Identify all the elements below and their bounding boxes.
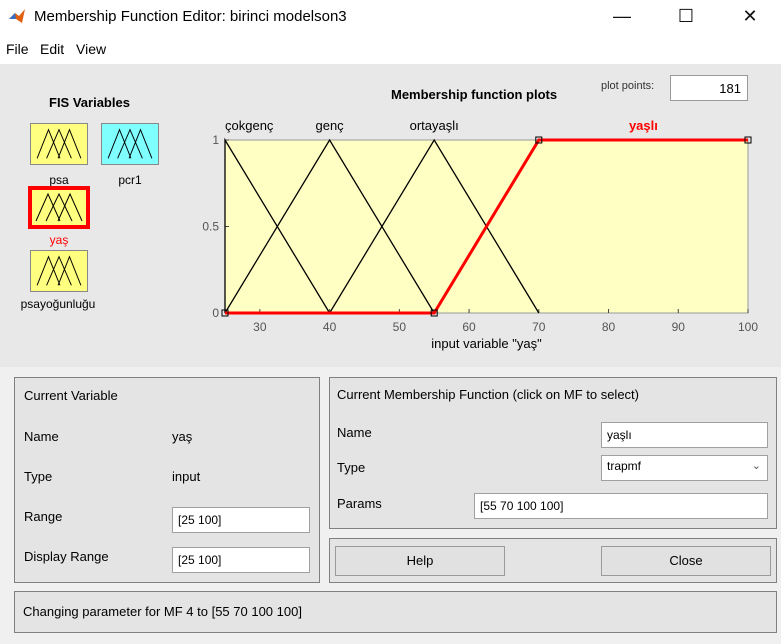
current-mf-title: Current Membership Function (click on MF… (337, 387, 639, 402)
mf-label-ya-l-[interactable]: yaşlı (629, 118, 658, 133)
close-window-button[interactable]: ✕ (727, 0, 773, 34)
status-panel: Changing parameter for MF 4 to [55 70 10… (14, 591, 777, 633)
fis-variable-label-psayogunlugu: psayoğunluğu (20, 297, 96, 311)
current-variable-title: Current Variable (24, 388, 118, 403)
y-tick-label: 0 (212, 306, 219, 320)
display-range-label: Display Range (24, 549, 109, 564)
display-range-input[interactable] (172, 547, 310, 573)
fis-variable-psayogunlugu[interactable] (30, 250, 88, 292)
window-title: Membership Function Editor: birinci mode… (34, 8, 347, 25)
mf-label-gen-[interactable]: genç (315, 118, 344, 133)
minimize-button[interactable]: — (599, 0, 645, 34)
x-axis-label: input variable "yaş" (431, 336, 542, 351)
menu-view[interactable]: View (76, 41, 106, 57)
variable-name-value: yaş (172, 429, 193, 444)
mf-type-value: trapmf (607, 459, 642, 473)
x-tick-label: 100 (738, 320, 758, 334)
mf-triangles-icon (107, 128, 153, 159)
close-button[interactable]: Close (601, 546, 771, 576)
mf-type-label: Type (337, 460, 366, 475)
x-tick-label: 70 (532, 320, 546, 334)
mf-label--okgen-[interactable]: çokgenç (225, 118, 274, 133)
plot-title: Membership function plots (391, 87, 558, 102)
name-label: Name (24, 429, 59, 444)
mf-triangles-icon (36, 128, 82, 159)
membership-function-chart[interactable]: 30 40 50 60 70 80 90 100 0 0.5 1 çokgenç genç ortaya… (190, 104, 765, 364)
fis-variable-psa[interactable] (30, 123, 88, 165)
mf-label-ortaya-l-[interactable]: ortayaşlı (410, 118, 459, 133)
x-tick-label: 80 (602, 320, 616, 334)
chevron-down-icon: ⌄ (751, 460, 761, 472)
mf-params-input[interactable] (474, 493, 768, 519)
fis-variable-pcr1[interactable] (101, 123, 159, 165)
y-tick-label: 1 (212, 133, 219, 147)
title-bar: Membership Function Editor: birinci mode… (0, 0, 781, 34)
menu-edit[interactable]: Edit (40, 41, 64, 57)
type-label: Type (24, 469, 53, 484)
plot-points-input[interactable] (670, 75, 748, 101)
maximize-button[interactable]: ☐ (663, 0, 709, 34)
x-tick-label: 90 (672, 320, 686, 334)
menu-bar: File Edit View (0, 34, 781, 64)
range-label: Range (24, 509, 63, 524)
x-tick-label: 40 (323, 320, 337, 334)
menu-file[interactable]: File (6, 41, 29, 57)
status-message: Changing parameter for MF 4 to [55 70 10… (23, 604, 302, 619)
mf-name-label: Name (337, 425, 372, 440)
x-tick-label: 60 (462, 320, 476, 334)
matlab-icon (9, 9, 25, 23)
mf-type-select[interactable]: trapmf ⌄ (601, 455, 768, 481)
fis-variable-yas[interactable] (28, 186, 90, 229)
mf-triangles-icon (36, 255, 82, 286)
range-input[interactable] (172, 507, 310, 533)
plot-points-label: plot points: (601, 80, 655, 92)
y-tick-label: 0.5 (202, 220, 219, 234)
mf-params-label: Params (337, 496, 382, 511)
variable-type-value: input (172, 469, 201, 484)
help-button[interactable]: Help (335, 546, 505, 576)
x-tick-label: 30 (253, 320, 267, 334)
mf-name-input[interactable] (601, 422, 768, 448)
fis-variable-label-psa: psa (49, 173, 69, 187)
fis-variable-label-yas: yaş (49, 233, 69, 247)
mf-triangles-icon (35, 192, 83, 222)
fis-variables-title: FIS Variables (49, 95, 130, 110)
x-tick-label: 50 (393, 320, 407, 334)
fis-variable-label-pcr1: pcr1 (118, 173, 142, 187)
